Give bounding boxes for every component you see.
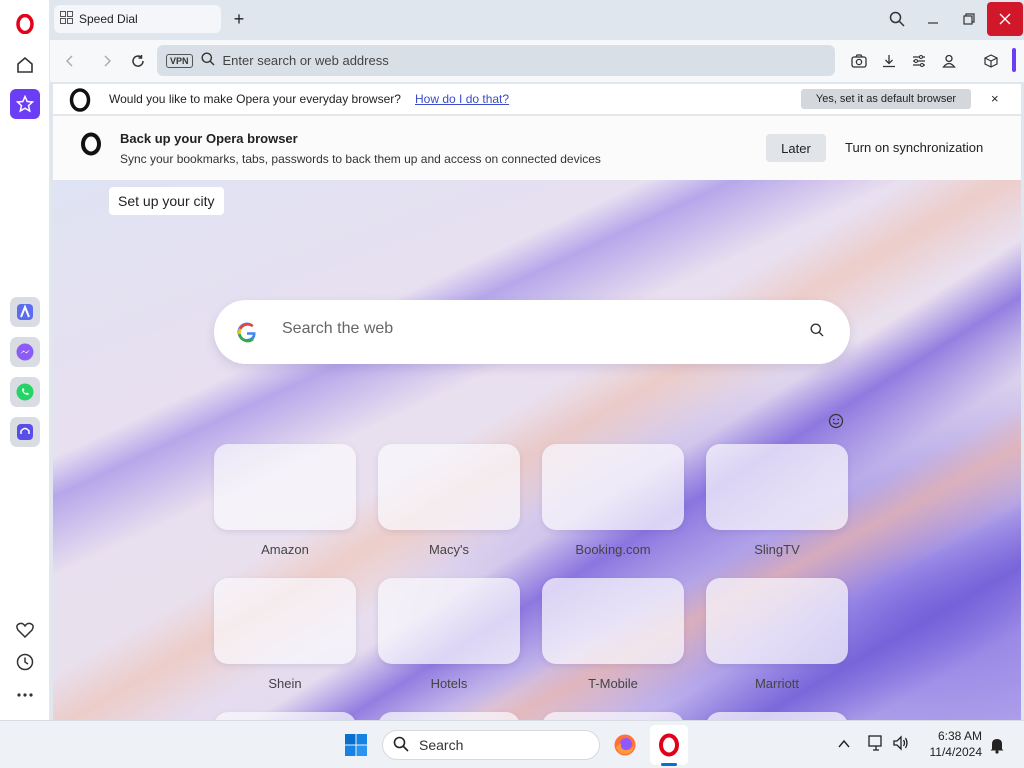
default-browser-infobar: Would you like to make Opera your everyd… (53, 84, 1021, 115)
taskbar-search-label: Search (419, 737, 464, 753)
opera-active-indicator (661, 763, 677, 766)
forward-icon[interactable] (95, 49, 119, 73)
new-tab-plus-icon[interactable]: + (228, 8, 250, 30)
speed-dial-tile-partial[interactable] (706, 712, 848, 720)
history-clock-icon[interactable] (10, 647, 40, 677)
tab-title: Speed Dial (79, 12, 138, 26)
profile-icon[interactable] (938, 50, 960, 72)
speed-dial-tile-partial[interactable] (542, 712, 684, 720)
clock-date: 11/4/2024 (929, 745, 983, 759)
music-player-icon[interactable] (10, 417, 40, 447)
web-search-input[interactable] (282, 320, 762, 338)
sync-title: Back up your Opera browser (120, 131, 298, 146)
set-city-button[interactable]: Set up your city (109, 187, 224, 215)
tile-label-marriott: Marriott (754, 676, 800, 691)
speed-dial-tile-macys[interactable] (378, 444, 520, 530)
tab-bar: Speed Dial + (50, 0, 1024, 40)
browser-window: Speed Dial + VPN Enter search or web add… (0, 0, 1024, 720)
address-input[interactable] (222, 53, 803, 68)
opera-sync-logo-icon (80, 132, 102, 159)
tile-label-amazon: Amazon (261, 542, 309, 557)
infobar-help-link[interactable]: How do I do that? (415, 92, 509, 106)
taskbar-search-icon (393, 736, 409, 755)
tile-label-macys: Macy's (428, 542, 470, 557)
messenger-icon[interactable] (10, 337, 40, 367)
opera-taskbar-icon[interactable] (650, 725, 688, 765)
heart-icon[interactable] (10, 615, 40, 645)
smiley-feedback-icon[interactable] (828, 413, 844, 432)
sidebar-toggle-indicator[interactable] (1012, 48, 1016, 72)
extensions-cube-icon[interactable] (980, 50, 1002, 72)
turn-on-sync-button[interactable]: Turn on synchronization (845, 140, 983, 155)
notification-bell-icon[interactable] (989, 736, 1005, 757)
speed-dial-tile-slingtv[interactable] (706, 444, 848, 530)
toolbar: VPN (50, 40, 1024, 82)
whatsapp-icon[interactable] (10, 377, 40, 407)
volume-icon[interactable] (892, 735, 910, 754)
speed-dial-tile-hotels[interactable] (378, 578, 520, 664)
more-options-icon[interactable] (10, 680, 40, 710)
back-icon[interactable] (58, 49, 82, 73)
tile-label-shein: Shein (268, 676, 302, 691)
tab-search-icon[interactable] (879, 2, 915, 36)
tab-speed-dial[interactable]: Speed Dial (54, 5, 221, 33)
google-logo-icon (236, 321, 258, 349)
speed-dial-tile-amazon[interactable] (214, 444, 356, 530)
aria-app-icon[interactable] (10, 297, 40, 327)
home-icon[interactable] (10, 50, 40, 80)
opera-menu-icon[interactable] (10, 9, 40, 39)
speed-dial-page: Set up your city Amazon Macy's Booking.c… (53, 180, 1021, 720)
tile-label-tmobile: T-Mobile (588, 676, 638, 691)
later-button[interactable]: Later (766, 134, 826, 162)
tile-label-slingtv: SlingTV (754, 542, 800, 557)
windows-start-icon[interactable] (344, 733, 368, 760)
address-bar[interactable]: VPN (157, 45, 835, 76)
opera-logo-icon (69, 88, 91, 115)
speed-dial-star-icon[interactable] (10, 89, 40, 119)
snapshot-camera-icon[interactable] (848, 50, 870, 72)
address-search-icon (201, 52, 215, 69)
sync-subtitle: Sync your bookmarks, tabs, passwords to … (120, 152, 601, 166)
system-clock[interactable]: 6:38 AM 11/4/2024 (920, 728, 983, 760)
speed-dial-tile-shein[interactable] (214, 578, 356, 664)
sidebar (0, 0, 50, 720)
web-search-submit-icon[interactable] (810, 323, 824, 340)
clock-time: 6:38 AM (937, 729, 982, 743)
set-default-button[interactable]: Yes, set it as default browser (801, 89, 971, 109)
network-icon[interactable] (867, 735, 885, 754)
speed-dial-tile-partial[interactable] (214, 712, 356, 720)
easy-setup-icon[interactable] (908, 50, 930, 72)
minimize-icon[interactable] (915, 2, 951, 36)
restore-icon[interactable] (951, 2, 987, 36)
downloads-icon[interactable] (878, 50, 900, 72)
infobar-message: Would you like to make Opera your everyd… (109, 92, 401, 106)
web-search-box[interactable] (214, 300, 850, 364)
speed-dial-tile-booking[interactable] (542, 444, 684, 530)
speed-dial-tile-marriott[interactable] (706, 578, 848, 664)
speed-dial-tile-partial[interactable] (378, 712, 520, 720)
taskbar: Search 6:38 AM 11/4/2024 (0, 720, 1024, 768)
firefox-icon[interactable] (613, 733, 637, 760)
chevron-up-icon[interactable] (838, 737, 850, 752)
taskbar-search[interactable]: Search (382, 730, 600, 760)
close-window-icon[interactable] (987, 2, 1023, 36)
reload-icon[interactable] (126, 49, 150, 73)
tile-label-hotels: Hotels (430, 676, 468, 691)
infobar-close-icon[interactable]: × (991, 91, 999, 106)
vpn-badge[interactable]: VPN (166, 53, 193, 68)
tile-label-booking: Booking.com (575, 542, 651, 557)
speed-dial-grid-icon (60, 11, 73, 27)
sync-banner: Back up your Opera browser Sync your boo… (53, 116, 1021, 180)
speed-dial-tile-tmobile[interactable] (542, 578, 684, 664)
